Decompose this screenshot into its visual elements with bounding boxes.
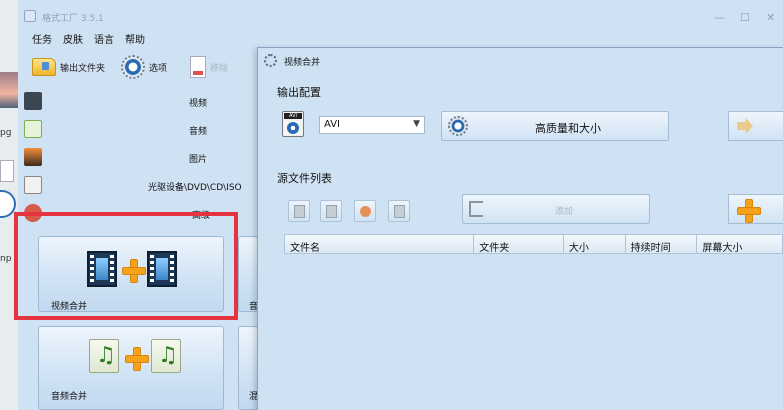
category-disc-label: 光驱设备\DVD\CD\ISO bbox=[148, 183, 242, 193]
clear-list-button[interactable] bbox=[320, 200, 342, 222]
column-folder[interactable]: 文件夹 bbox=[474, 235, 564, 254]
category-disc[interactable]: 光驱设备\DVD\CD\ISO bbox=[24, 174, 254, 196]
source-list-label: 源文件列表 bbox=[277, 172, 332, 185]
format-select-value: AVI bbox=[324, 119, 340, 130]
desktop-file-ext-1: pg bbox=[0, 128, 12, 138]
dialog-gear-icon bbox=[264, 54, 277, 67]
play-file-button[interactable] bbox=[354, 200, 376, 222]
menu-task[interactable]: 任务 bbox=[32, 31, 52, 47]
clear-list-icon bbox=[326, 205, 337, 218]
category-video[interactable]: 视频 bbox=[24, 90, 254, 112]
plus-icon bbox=[125, 347, 149, 371]
options-button[interactable]: 选项 bbox=[121, 52, 167, 82]
toolbar: 输出文件夹 选项 移除 bbox=[28, 52, 288, 82]
menu-bar: 任务 皮肤 语言 帮助 bbox=[32, 31, 145, 47]
desktop-strip: pg np bbox=[0, 0, 18, 410]
info-icon bbox=[394, 205, 405, 218]
add-file-icon bbox=[469, 201, 483, 217]
music-note-icon bbox=[24, 120, 42, 138]
disc-drive-icon bbox=[24, 176, 42, 194]
gear-icon bbox=[121, 55, 145, 79]
audio-merge-label: 音频合并 bbox=[51, 392, 88, 402]
column-size[interactable]: 大小 bbox=[564, 235, 626, 254]
menu-skin[interactable]: 皮肤 bbox=[63, 31, 83, 47]
table-header: 文件名 文件夹 大小 持续时间 屏幕大小 bbox=[284, 234, 783, 254]
remove-file-button[interactable] bbox=[288, 200, 310, 222]
video-merge-dialog: 视频合并 输出配置 AVI AVI ▼ 高质量和大小 源文件列表 添加 文件名 … bbox=[257, 47, 783, 410]
column-screen-size[interactable]: 屏幕大小 bbox=[697, 235, 783, 254]
remove-file-icon bbox=[294, 205, 305, 218]
add-file-label: 添加 bbox=[555, 207, 574, 217]
menu-help[interactable]: 帮助 bbox=[125, 31, 145, 47]
maximize-button[interactable]: ☐ bbox=[740, 11, 750, 24]
options-label: 选项 bbox=[149, 63, 168, 74]
document-icon bbox=[190, 56, 206, 78]
category-picture-label: 图片 bbox=[189, 155, 208, 165]
remove-button[interactable]: 移除 bbox=[190, 52, 228, 82]
folder-icon bbox=[32, 58, 56, 76]
column-duration[interactable]: 持续时间 bbox=[626, 235, 698, 254]
app-logo-icon bbox=[24, 10, 36, 22]
category-audio-label: 音频 bbox=[189, 127, 208, 137]
title-bar: 格式工厂 3.5.1 — ☐ ✕ bbox=[18, 0, 783, 30]
dialog-title: 视频合并 bbox=[284, 58, 321, 68]
source-file-table[interactable]: 文件名 文件夹 大小 持续时间 屏幕大小 bbox=[284, 234, 783, 410]
output-folder-label: 输出文件夹 bbox=[60, 63, 106, 74]
partial-tile-right-bottom[interactable]: 混 bbox=[238, 326, 258, 410]
music-file-icon: ♫ bbox=[89, 339, 119, 373]
output-folder-button[interactable]: 输出文件夹 bbox=[32, 52, 105, 82]
desktop-doc-icon[interactable] bbox=[0, 160, 14, 182]
desktop-image-thumbnail[interactable] bbox=[0, 72, 18, 108]
category-audio[interactable]: 音频 bbox=[24, 118, 254, 140]
quality-button[interactable]: 高质量和大小 bbox=[441, 111, 669, 141]
avi-format-icon-text: AVI bbox=[284, 113, 302, 119]
category-video-label: 视频 bbox=[189, 99, 208, 109]
film-icon bbox=[24, 92, 42, 110]
category-list: 视频 音频 图片 光驱设备\DVD\CD\ISO 高级 bbox=[18, 86, 263, 222]
column-filename[interactable]: 文件名 bbox=[285, 235, 475, 254]
minimize-button[interactable]: — bbox=[714, 11, 725, 24]
desktop-file-ext-2: np bbox=[0, 254, 12, 264]
partial-tile-right-top[interactable]: 音 bbox=[238, 236, 258, 312]
gear-icon bbox=[448, 116, 468, 136]
format-select[interactable]: AVI ▼ bbox=[319, 116, 425, 134]
remove-label: 移除 bbox=[210, 63, 229, 74]
file-info-button[interactable] bbox=[388, 200, 410, 222]
music-file-icon: ♫ bbox=[151, 339, 181, 373]
arrow-right-icon bbox=[737, 118, 753, 134]
app-title: 格式工厂 3.5.1 bbox=[42, 14, 104, 24]
chevron-down-icon: ▼ bbox=[413, 119, 420, 129]
add-folder-button[interactable] bbox=[728, 194, 783, 224]
audio-merge-tile[interactable]: ♫ ♫ 音频合并 bbox=[38, 326, 224, 410]
play-icon bbox=[360, 206, 371, 217]
add-file-button[interactable]: 添加 bbox=[462, 194, 650, 224]
category-picture[interactable]: 图片 bbox=[24, 146, 254, 168]
confirm-button[interactable] bbox=[728, 111, 783, 141]
avi-format-icon: AVI bbox=[282, 111, 304, 137]
menu-language[interactable]: 语言 bbox=[94, 31, 114, 47]
highlight-box bbox=[14, 212, 238, 320]
close-button[interactable]: ✕ bbox=[766, 11, 775, 24]
plus-icon bbox=[737, 199, 761, 223]
quality-button-label: 高质量和大小 bbox=[535, 122, 601, 135]
picture-icon bbox=[24, 148, 42, 166]
output-config-label: 输出配置 bbox=[277, 86, 321, 99]
